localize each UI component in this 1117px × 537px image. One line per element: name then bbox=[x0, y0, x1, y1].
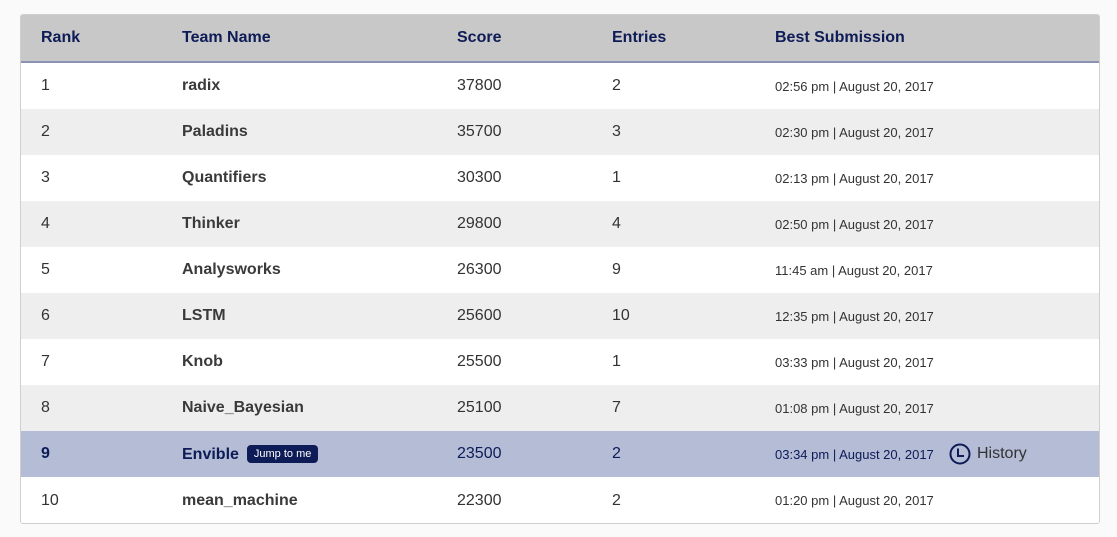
score-cell: 25100 bbox=[457, 399, 502, 416]
best-submission-cell: 03:33 pm | August 20, 2017 bbox=[775, 354, 934, 370]
entries-cell: 2 bbox=[612, 77, 621, 94]
table-row: 5 Analysworks 26300 9 11:45 am | August … bbox=[21, 247, 1099, 293]
best-submission-cell: 02:50 pm | August 20, 2017 bbox=[775, 216, 934, 232]
entries-cell: 7 bbox=[612, 399, 621, 416]
rank-cell: 1 bbox=[41, 77, 50, 94]
table-row: 8 Naive_Bayesian 25100 7 01:08 pm | Augu… bbox=[21, 385, 1099, 431]
best-submission-cell: 02:56 pm | August 20, 2017 bbox=[775, 78, 934, 94]
score-cell: 25600 bbox=[457, 307, 502, 324]
team-name-cell: mean_machine bbox=[182, 491, 298, 509]
rank-cell: 5 bbox=[41, 261, 50, 278]
team-name-cell: Envible Jump to me bbox=[182, 444, 319, 464]
history-label: History bbox=[977, 445, 1027, 462]
team-name-cell: Naive_Bayesian bbox=[182, 399, 304, 416]
entries-cell: 3 bbox=[612, 123, 621, 140]
score-cell: 26300 bbox=[457, 261, 502, 278]
column-header-entries[interactable]: Entries bbox=[612, 29, 666, 47]
best-submission-cell: 12:35 pm | August 20, 2017 bbox=[775, 308, 934, 324]
rank-cell: 2 bbox=[41, 123, 50, 140]
team-name-cell: Paladins bbox=[182, 123, 248, 140]
rank-cell: 6 bbox=[41, 307, 50, 324]
rank-cell: 7 bbox=[41, 353, 50, 370]
team-name-cell: Thinker bbox=[182, 215, 240, 232]
entries-cell: 10 bbox=[612, 307, 630, 324]
current-team-row: 9 Envible Jump to me 23500 2 03:34 pm | A… bbox=[21, 431, 1099, 477]
team-name-text: Envible bbox=[182, 445, 239, 463]
score-cell: 30300 bbox=[457, 169, 502, 186]
entries-cell: 1 bbox=[612, 169, 621, 186]
leaderboard-table: Rank Team Name Score Entries Best Submis… bbox=[20, 14, 1100, 524]
entries-cell: 2 bbox=[612, 445, 621, 462]
best-submission-cell: 03:34 pm | August 20, 2017 bbox=[775, 446, 934, 462]
team-name-cell: LSTM bbox=[182, 307, 226, 324]
entries-cell: 4 bbox=[612, 215, 621, 232]
team-name-cell: Quantifiers bbox=[182, 169, 267, 186]
team-name-cell: radix bbox=[182, 77, 221, 94]
score-cell: 35700 bbox=[457, 123, 502, 140]
table-row: 2 Paladins 35700 3 02:30 pm | August 20,… bbox=[21, 109, 1099, 155]
table-row: 10 mean_machine 22300 2 01:20 pm | Augus… bbox=[21, 477, 1099, 523]
rank-cell: 10 bbox=[41, 491, 59, 509]
rank-cell: 9 bbox=[41, 445, 50, 462]
score-cell: 37800 bbox=[457, 77, 502, 94]
table-header: Rank Team Name Score Entries Best Submis… bbox=[21, 15, 1099, 63]
rank-cell: 3 bbox=[41, 169, 50, 186]
table-row: 7 Knob 25500 1 03:33 pm | August 20, 201… bbox=[21, 339, 1099, 385]
history-link[interactable]: History bbox=[949, 443, 1027, 465]
team-name-cell: Knob bbox=[182, 353, 223, 370]
column-header-score[interactable]: Score bbox=[457, 29, 501, 47]
table-row: 1 radix 37800 2 02:56 pm | August 20, 20… bbox=[21, 63, 1099, 109]
clock-icon bbox=[949, 443, 971, 465]
column-header-best-submission[interactable]: Best Submission bbox=[775, 29, 905, 47]
team-name-cell: Analysworks bbox=[182, 261, 281, 278]
score-cell: 29800 bbox=[457, 215, 502, 232]
table-row: 3 Quantifiers 30300 1 02:13 pm | August … bbox=[21, 155, 1099, 201]
rank-cell: 4 bbox=[41, 215, 50, 232]
score-cell: 25500 bbox=[457, 353, 502, 370]
score-cell: 23500 bbox=[457, 445, 502, 462]
entries-cell: 2 bbox=[612, 491, 621, 509]
best-submission-cell: 02:13 pm | August 20, 2017 bbox=[775, 170, 934, 186]
table-row: 6 LSTM 25600 10 12:35 pm | August 20, 20… bbox=[21, 293, 1099, 339]
entries-cell: 1 bbox=[612, 353, 621, 370]
best-submission-cell: 01:08 pm | August 20, 2017 bbox=[775, 400, 934, 416]
best-submission-cell: 01:20 pm | August 20, 2017 bbox=[775, 493, 934, 508]
jump-to-me-button[interactable]: Jump to me bbox=[246, 444, 319, 463]
best-submission-cell: 02:30 pm | August 20, 2017 bbox=[775, 124, 934, 140]
column-header-team-name[interactable]: Team Name bbox=[182, 29, 271, 47]
rank-cell: 8 bbox=[41, 399, 50, 416]
entries-cell: 9 bbox=[612, 261, 621, 278]
best-submission-cell: 11:45 am | August 20, 2017 bbox=[775, 262, 933, 278]
column-header-rank[interactable]: Rank bbox=[41, 29, 80, 47]
score-cell: 22300 bbox=[457, 491, 502, 509]
table-row: 4 Thinker 29800 4 02:50 pm | August 20, … bbox=[21, 201, 1099, 247]
